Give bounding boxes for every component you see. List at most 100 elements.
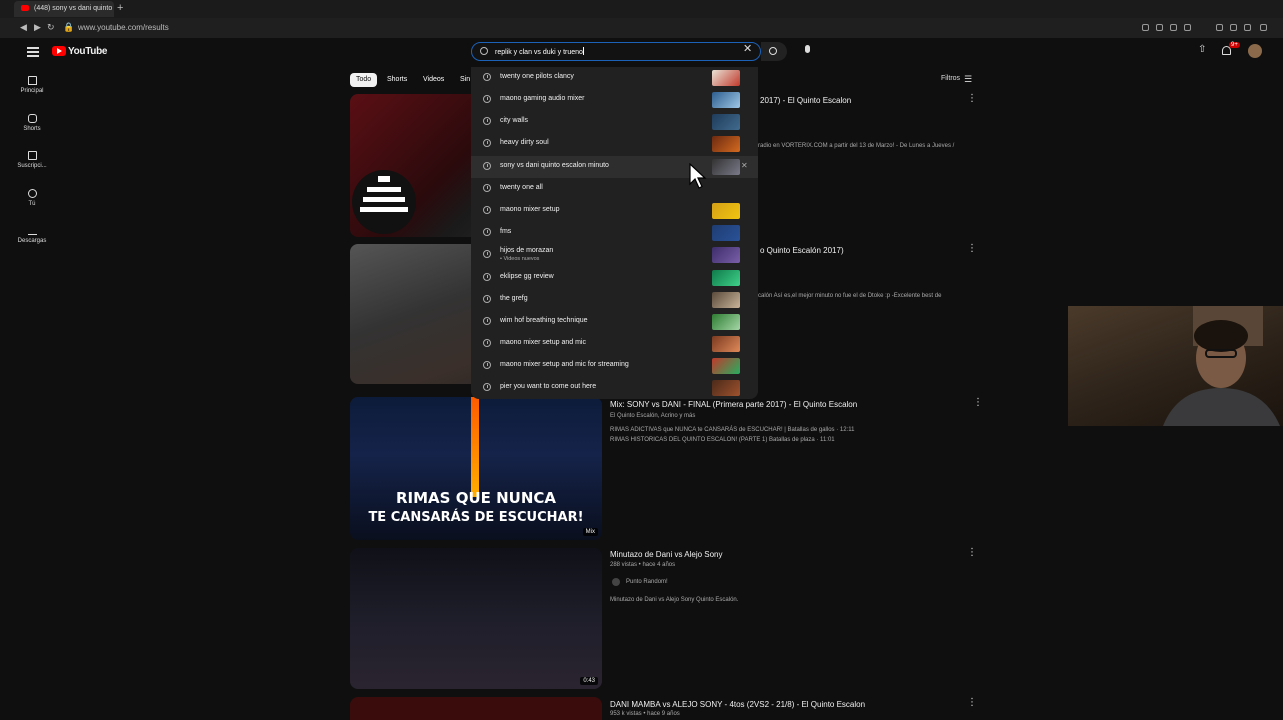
filters-icon[interactable]: ☰	[964, 74, 972, 85]
suggestion-item[interactable]: fms	[471, 222, 758, 244]
suggestion-item[interactable]: maono gaming audio mixer	[471, 89, 758, 111]
suggestion-item[interactable]: maono mixer setup	[471, 200, 758, 222]
extension-icon[interactable]	[1170, 24, 1177, 31]
subscriptions-icon	[27, 151, 37, 160]
video-meta: 288 vistas • hace 4 años	[610, 562, 676, 568]
video-thumbnail[interactable]: 0:43	[350, 548, 602, 689]
url-field[interactable]: www.youtube.com/results	[78, 23, 169, 32]
suggestion-item[interactable]: twenty one pilots clancy	[471, 67, 758, 89]
video-meta: El Quinto Escalón, Acrino y más	[610, 413, 696, 419]
history-icon	[483, 117, 491, 125]
shorts-icon	[27, 114, 37, 123]
download-icon	[27, 226, 37, 235]
browser-tab[interactable]: (448) sony vs dani quinto	[14, 1, 114, 17]
search-button[interactable]	[761, 42, 787, 61]
history-icon	[483, 339, 491, 347]
more-actions-icon[interactable]: ⋮	[967, 93, 977, 104]
video-title[interactable]: 2017) - El Quinto Escalon	[760, 96, 851, 105]
history-icon	[483, 295, 491, 303]
search-query: replik y clan vs duki y trueno	[495, 49, 583, 56]
search-input[interactable]: replik y clan vs duki y trueno	[471, 42, 761, 61]
video-title[interactable]: DANI MAMBA vs ALEJO SONY - 4tos (2VS2 - …	[610, 700, 865, 709]
sidebar-item-label: Shorts	[23, 126, 41, 132]
extension-icon[interactable]	[1184, 24, 1191, 31]
extension-icon[interactable]	[1216, 24, 1223, 31]
new-tab-button[interactable]: +	[117, 3, 123, 14]
chip-videos[interactable]: Videos	[417, 73, 450, 87]
video-title[interactable]: o Quinto Escalón 2017)	[760, 246, 844, 255]
suggestion-item[interactable]: pier you want to come out here	[471, 377, 758, 399]
chip-shorts[interactable]: Shorts	[381, 73, 413, 87]
suggestion-item[interactable]: sony vs dani quinto escalon minuto ✕	[471, 156, 758, 178]
suggestion-item[interactable]: wim hof breathing technique	[471, 311, 758, 333]
filters-button[interactable]: Filtros	[941, 75, 960, 82]
upload-icon[interactable]: ⇧	[1198, 44, 1206, 55]
youtube-favicon-icon	[21, 5, 29, 11]
thumbnail-light	[471, 397, 479, 497]
sidebar-item-subscriptions[interactable]: Suscripci...	[12, 151, 52, 169]
tab-title: (448) sony vs dani quinto	[34, 5, 113, 12]
history-icon	[483, 139, 491, 147]
suggestion-thumbnail	[712, 114, 740, 130]
suggestion-item[interactable]: city walls	[471, 111, 758, 133]
thumbnail-caption-line2: TE CANSARÁS DE ESCUCHAR!	[368, 510, 584, 525]
video-title[interactable]: Minutazo de Dani vs Alejo Sony	[610, 550, 723, 559]
sidebar-item-shorts[interactable]: Shorts	[12, 114, 52, 132]
avatar[interactable]	[1248, 44, 1262, 58]
extension-icon[interactable]	[1230, 24, 1237, 31]
extension-icon[interactable]	[1156, 24, 1163, 31]
more-actions-icon[interactable]: ⋮	[967, 243, 977, 254]
menu-icon[interactable]	[1260, 24, 1267, 31]
suggestion-item[interactable]: twenty one all	[471, 178, 758, 200]
video-description: radio en VORTERIX.COM a partir del 13 de…	[758, 143, 955, 149]
sidebar-item-downloads[interactable]: Descargas	[12, 226, 52, 244]
suggestion-thumbnail	[712, 203, 740, 219]
more-actions-icon[interactable]: ⋮	[973, 397, 983, 408]
history-icon	[483, 162, 491, 170]
video-title[interactable]: Mix: SONY vs DANI - FINAL (Primera parte…	[610, 400, 857, 409]
video-thumbnail[interactable]	[350, 697, 602, 720]
chip-todo[interactable]: Todo	[350, 73, 378, 87]
sidebar-item-principal[interactable]: Principal	[12, 76, 52, 94]
suggestion-item[interactable]: maono mixer setup and mic for streaming	[471, 355, 758, 377]
video-meta: 953 k vistas • hace 9 años	[610, 711, 680, 717]
history-icon	[483, 228, 491, 236]
suggestion-thumbnail	[712, 270, 740, 286]
more-actions-icon[interactable]: ⋮	[967, 697, 977, 708]
suggestion-item[interactable]: maono mixer setup and mic	[471, 333, 758, 355]
youtube-logo-text[interactable]: YouTube	[68, 46, 108, 57]
clear-search-icon[interactable]: ✕	[743, 42, 752, 55]
sidebar-item-you[interactable]: Tú	[12, 189, 52, 207]
sidebar-item-label: Tú	[28, 201, 36, 207]
video-description: RIMAS HISTORICAS DEL QUINTO ESCALON! (PA…	[610, 437, 835, 443]
reload-icon[interactable]: ↻	[47, 22, 55, 32]
suggestion-thumbnail	[712, 92, 740, 108]
remove-suggestion-icon[interactable]: ✕	[741, 161, 748, 170]
back-icon[interactable]: ◀	[20, 22, 27, 32]
suggestion-thumbnail	[712, 314, 740, 330]
notifications-badge: 9+	[1229, 42, 1240, 48]
video-description: calón Así es,el mejor minuto no fue el d…	[758, 293, 942, 299]
suggestion-item[interactable]: hijos de morazan • Videos nuevos	[471, 244, 758, 266]
microphone-icon[interactable]	[805, 45, 810, 53]
history-icon	[483, 95, 491, 103]
suggestion-thumbnail	[712, 136, 740, 152]
video-thumbnail[interactable]: RIMAS QUE NUNCA TE CANSARÁS DE ESCUCHAR!…	[350, 397, 602, 540]
suggestion-item[interactable]: heavy dirty soul	[471, 133, 758, 155]
suggestion-thumbnail	[712, 247, 740, 263]
extension-icon[interactable]	[1244, 24, 1251, 31]
more-actions-icon[interactable]: ⋮	[967, 547, 977, 558]
channel-name[interactable]: Punto Random!	[626, 579, 668, 585]
home-icon	[27, 76, 37, 85]
extension-icon[interactable]	[1142, 24, 1149, 31]
sidebar-item-label: Suscripci...	[17, 163, 47, 169]
forward-icon[interactable]: ▶	[34, 22, 41, 32]
browser-tab-bar: (448) sony vs dani quinto +	[0, 0, 1283, 18]
hamburger-menu-icon[interactable]	[27, 47, 39, 57]
suggestion-item[interactable]: the grefg	[471, 289, 758, 311]
youtube-logo-icon[interactable]	[52, 46, 66, 56]
webcam-overlay	[1068, 306, 1283, 426]
suggestion-item[interactable]: eklipse gg review	[471, 267, 758, 289]
channel-avatar[interactable]	[612, 578, 620, 586]
suggestion-thumbnail	[712, 292, 740, 308]
